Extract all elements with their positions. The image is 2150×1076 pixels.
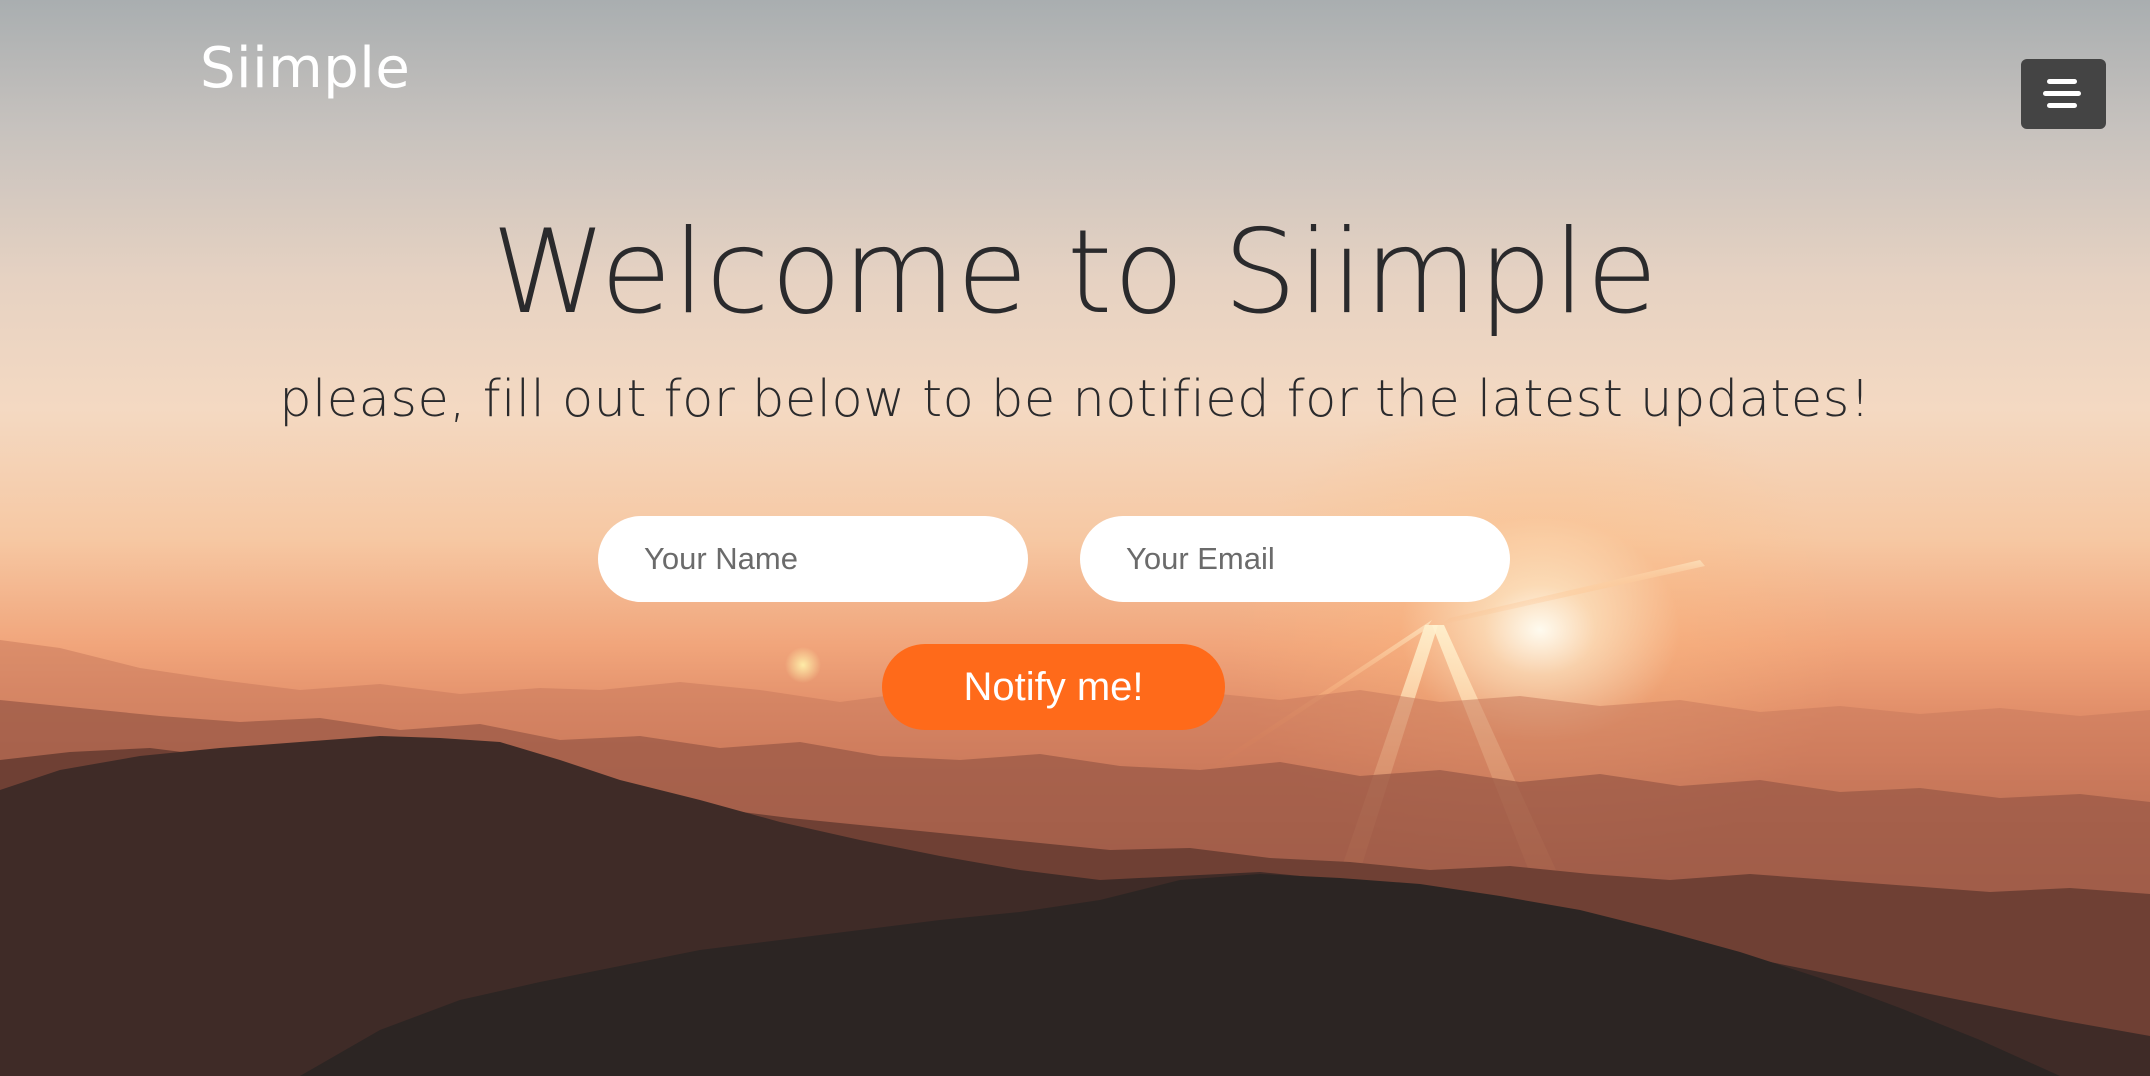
email-input[interactable]	[1080, 516, 1510, 602]
name-input[interactable]	[598, 516, 1028, 602]
hero-background	[0, 0, 2150, 1076]
page-title: Welcome to Siimple	[491, 205, 1659, 340]
menu-button[interactable]	[2021, 59, 2106, 129]
brand-logo[interactable]: Siimple	[200, 36, 410, 101]
notify-button[interactable]: Notify me!	[882, 644, 1225, 730]
page-subtitle: please, fill out for below to be notifie…	[279, 370, 1871, 429]
mountain-silhouettes	[0, 640, 2150, 1076]
